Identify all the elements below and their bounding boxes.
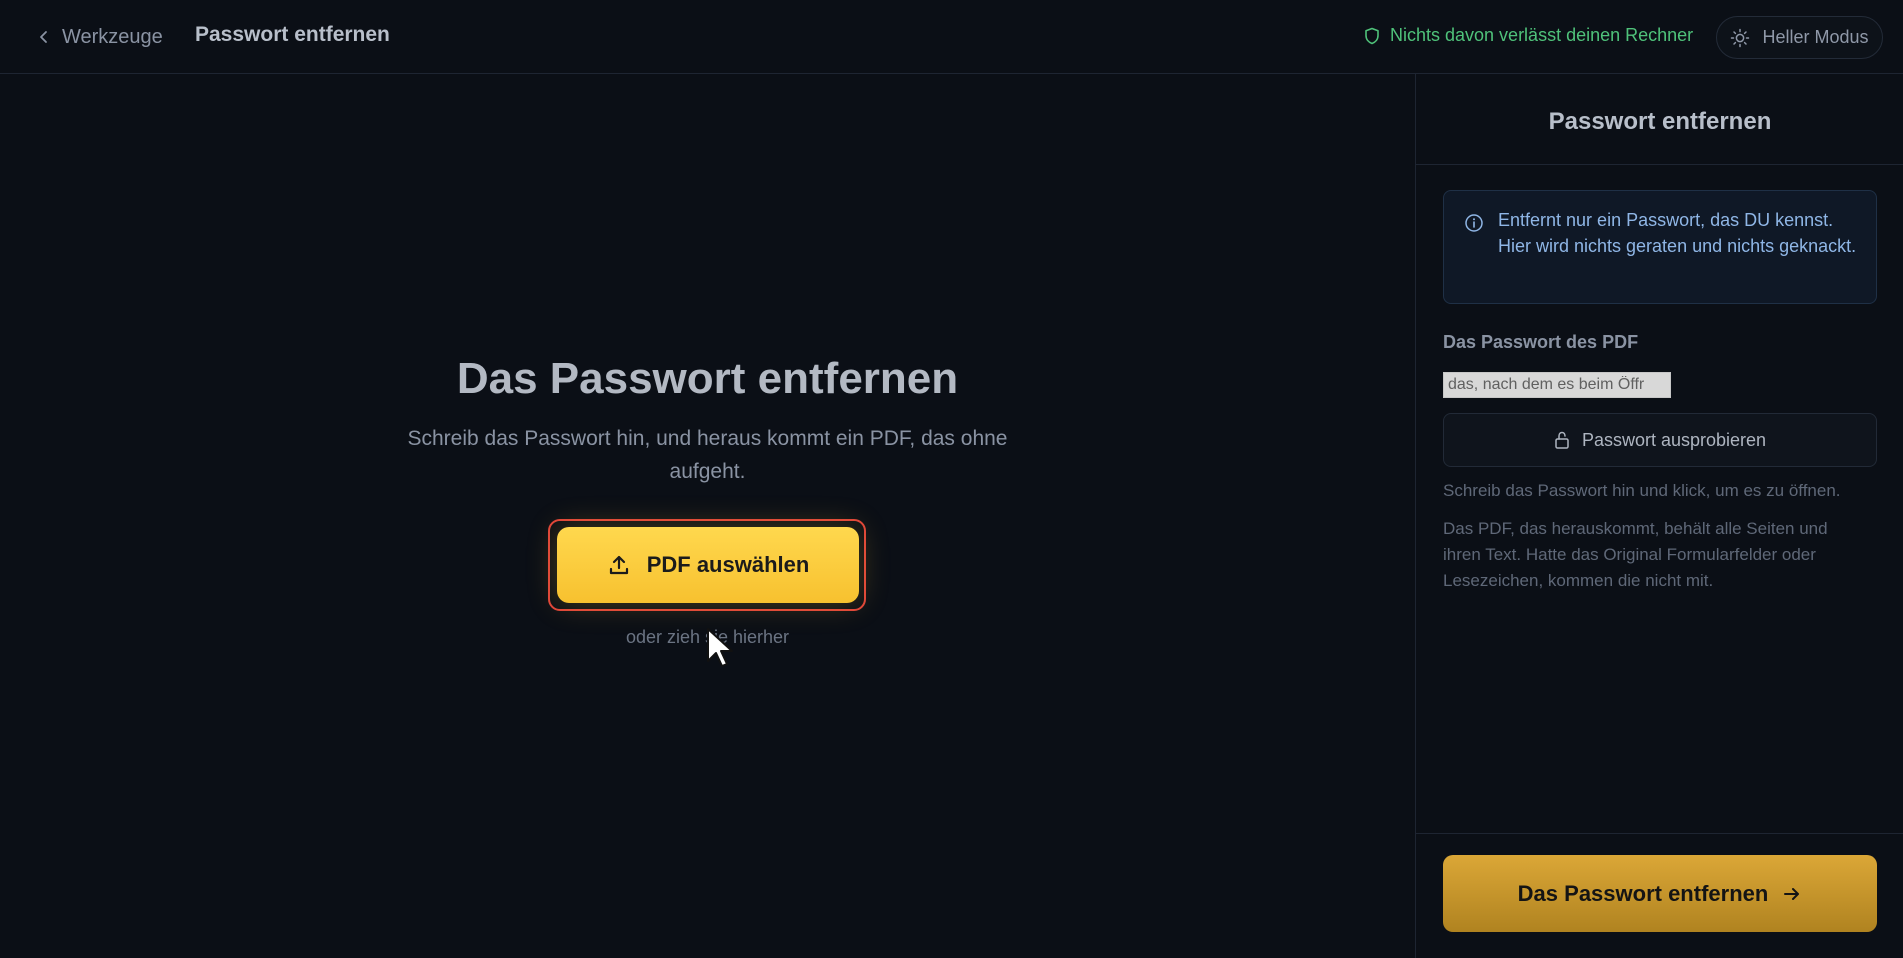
- sidebar-footer-divider: [1416, 833, 1903, 834]
- hero-subtitle: Schreib das Passwort hin, und heraus kom…: [407, 427, 1008, 483]
- password-input[interactable]: [1443, 372, 1671, 398]
- sun-icon: [1731, 28, 1750, 47]
- sidebar-divider: [1416, 164, 1903, 165]
- unlock-icon: [1555, 431, 1569, 449]
- light-mode-button[interactable]: Heller Modus: [1716, 16, 1883, 59]
- password-label: Das Passwort des PDF: [1443, 332, 1639, 352]
- try-password-label: Passwort ausprobieren: [1581, 429, 1767, 450]
- page-title: Passwort entfernen: [195, 23, 390, 46]
- remove-password-label: Das Passwort entfernen: [1517, 880, 1769, 906]
- shield-icon: [1365, 27, 1379, 44]
- back-link-tools[interactable]: Werkzeuge: [36, 22, 163, 52]
- light-mode-label: Heller Modus: [1762, 27, 1869, 47]
- password-hint: Schreib das Passwort hin und klick, um e…: [1443, 481, 1841, 500]
- select-pdf-label: PDF auswählen: [646, 552, 810, 577]
- upload-area[interactable]: Das Passwort entfernen Schreib das Passw…: [0, 74, 1415, 958]
- top-bar: Werkzeuge Passwort entfernen Nichts davo…: [0, 0, 1903, 74]
- upload-icon: [609, 555, 628, 575]
- remove-password-button[interactable]: Das Passwort entfernen: [1443, 855, 1877, 932]
- info-icon: [1465, 214, 1483, 232]
- privacy-text: Nichts davon verlässt deinen Rechner: [1390, 25, 1694, 45]
- try-password-button[interactable]: Passwort ausprobieren: [1443, 413, 1877, 467]
- privacy-notice: Nichts davon verlässt deinen Rechner: [1364, 25, 1693, 46]
- upload-button-focus-ring: PDF auswählen: [548, 519, 866, 611]
- app-window: Werkzeuge Passwort entfernen Nichts davo…: [0, 0, 1903, 958]
- arrow-right-icon: [1784, 887, 1800, 900]
- select-pdf-button[interactable]: PDF auswählen: [557, 527, 859, 603]
- options-sidebar: Passwort entfernen Entfernt nur ein Pass…: [1415, 74, 1903, 958]
- hero-heading: Das Passwort entfernen: [456, 354, 959, 403]
- back-link-label: Werkzeuge: [62, 25, 163, 48]
- info-text: Entfernt nur ein Passwort, das DU kennst…: [1498, 210, 1857, 256]
- chevron-left-icon: [40, 31, 47, 43]
- output-note: Das PDF, das herauskommt, behält alle Se…: [1443, 519, 1828, 590]
- sidebar-title: Passwort entfernen: [1548, 108, 1772, 135]
- info-callout: Entfernt nur ein Passwort, das DU kennst…: [1443, 190, 1877, 304]
- mouse-cursor-icon: [707, 628, 733, 667]
